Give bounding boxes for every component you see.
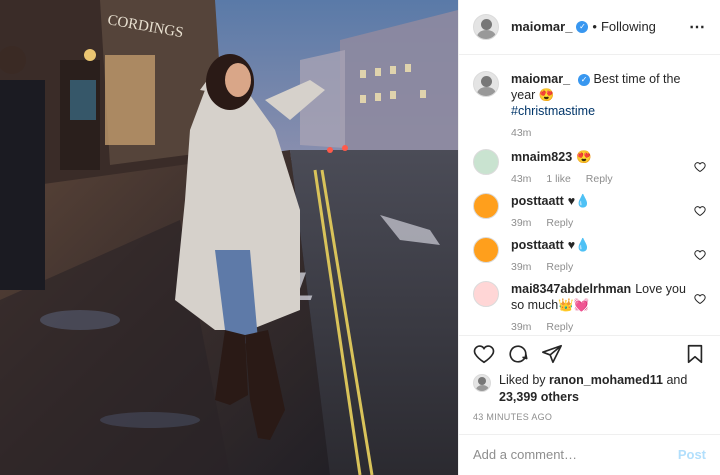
post-button[interactable]: Post [678, 447, 706, 462]
comment-time: 39m [511, 320, 532, 333]
reply-button[interactable]: Reply [546, 217, 573, 229]
commenter-avatar[interactable] [473, 280, 499, 307]
bookmark-icon[interactable] [684, 343, 706, 365]
post-side-panel: maiomar_ ✓ • Following ⋯ maiomar_ ✓ Best … [458, 0, 720, 475]
liker-username[interactable]: ranon_mohamed11 [549, 373, 663, 387]
caption-time: 43m [511, 126, 532, 139]
reply-button[interactable]: Reply [586, 173, 613, 185]
add-comment-bar: Post [459, 433, 720, 475]
commenter-avatar[interactable] [473, 192, 499, 219]
likes-summary: Liked by ranon_mohamed11 and 23,399 othe… [459, 372, 720, 406]
heart-icon[interactable] [694, 205, 706, 217]
post-photo[interactable]: CORDINGS SL [0, 0, 458, 475]
share-icon[interactable] [541, 343, 563, 365]
photo-illustration: CORDINGS SL [0, 0, 458, 475]
comment-likes[interactable]: 1 like [546, 173, 571, 185]
hashtag-link[interactable]: #christmastime [511, 104, 595, 118]
author-avatar[interactable] [473, 13, 499, 40]
post-modal: CORDINGS SL [0, 0, 720, 475]
like-heart-icon[interactable] [473, 343, 495, 365]
caption: maiomar_ ✓ Best time of the year 😍 #chris… [473, 70, 706, 139]
heart-icon[interactable] [694, 293, 706, 305]
liked-by-label: Liked by [499, 372, 546, 387]
heart-icon[interactable] [694, 249, 706, 261]
commenter-avatar[interactable] [473, 148, 499, 175]
following-button[interactable]: Following [601, 19, 656, 34]
reply-button[interactable]: Reply [546, 261, 573, 273]
comment-item: posttaatt ♥💧 39m Reply [473, 192, 706, 229]
comment-item: mai8347abdelrhman Love you so much👑💓 39m … [473, 280, 706, 333]
comment-username[interactable]: mai8347abdelrhman [511, 282, 631, 296]
reply-button[interactable]: Reply [546, 321, 573, 333]
post-timestamp: 43 minutes ago [473, 411, 553, 422]
comment-username[interactable]: posttaatt [511, 194, 564, 208]
author-avatar[interactable] [473, 70, 499, 97]
liker-avatar[interactable] [473, 373, 491, 392]
verified-badge-icon: ✓ [578, 73, 591, 86]
more-options-icon[interactable]: ⋯ [689, 17, 706, 37]
comment-text: 😍 [576, 149, 592, 164]
verified-badge-icon: ✓ [576, 20, 589, 33]
author-username[interactable]: maiomar_ [511, 19, 572, 34]
follow-separator: • [592, 19, 597, 35]
post-actions [459, 334, 720, 372]
comment-username[interactable]: mnaim823 [511, 150, 572, 164]
heart-icon[interactable] [694, 161, 706, 173]
comment-time: 39m [511, 216, 532, 229]
and-label: and [666, 372, 688, 387]
others-count[interactable]: 23,399 others [499, 390, 579, 404]
comment-text: ♥💧 [567, 237, 591, 252]
post-header: maiomar_ ✓ • Following ⋯ [459, 0, 720, 55]
comment-time: 43m [511, 172, 532, 185]
caption-username[interactable]: maiomar_ [511, 72, 570, 86]
comment-item: mnaim823 😍 43m 1 like Reply [473, 148, 706, 185]
comment-icon[interactable] [507, 343, 529, 365]
comment-item: posttaatt ♥💧 39m Reply [473, 236, 706, 273]
comment-text: ♥💧 [567, 193, 591, 208]
comment-time: 39m [511, 260, 532, 273]
comment-username[interactable]: posttaatt [511, 238, 564, 252]
add-comment-input[interactable] [473, 447, 678, 463]
comments-list: maiomar_ ✓ Best time of the year 😍 #chris… [459, 55, 720, 335]
commenter-avatar[interactable] [473, 236, 499, 263]
